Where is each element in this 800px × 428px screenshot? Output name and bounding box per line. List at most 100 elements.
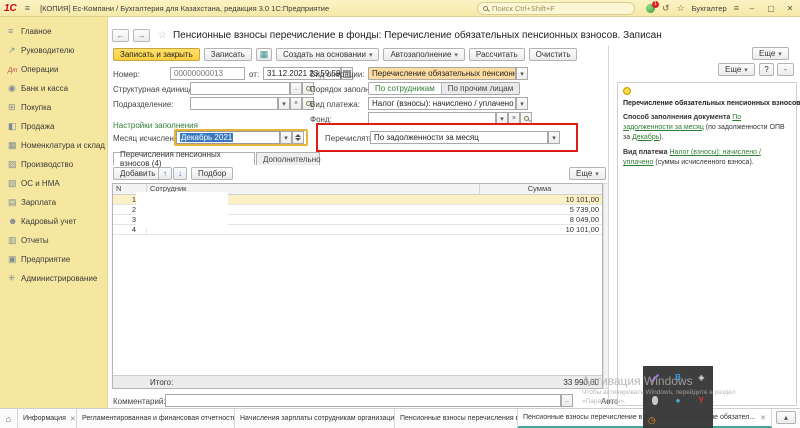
- open-icon: [524, 116, 529, 121]
- form-more-button[interactable]: Еще: [752, 47, 789, 60]
- people-icon: [8, 217, 21, 226]
- panel-splitter[interactable]: [608, 46, 609, 406]
- mouse-icon[interactable]: [652, 396, 658, 405]
- structural-unit-field[interactable]: [190, 82, 290, 95]
- operation-type-field[interactable]: Перечисление обязательных пенсионных взн…: [368, 67, 516, 80]
- fund-dropdown-icon[interactable]: [496, 112, 508, 125]
- bluetooth-icon[interactable]: B: [675, 373, 681, 382]
- sidebar-item-kadrovyi-uchet[interactable]: Кадровый учет: [0, 212, 107, 231]
- clear-button[interactable]: Очистить: [529, 48, 578, 61]
- table-more-button[interactable]: Еще: [569, 167, 606, 180]
- sidebar-item-operacii[interactable]: Операции: [0, 60, 107, 79]
- service-status-icon[interactable]: 1: [646, 4, 655, 13]
- maximize-button[interactable]: [765, 4, 777, 13]
- transfer-field[interactable]: По задолженности за месяц: [370, 131, 548, 144]
- shield-icon[interactable]: ◈: [698, 373, 704, 382]
- current-user[interactable]: Бухгалтер: [692, 4, 727, 13]
- move-up-button[interactable]: [158, 167, 172, 180]
- sidebar-item-os-nma[interactable]: ОС и НМА: [0, 174, 107, 193]
- comment-expand-button[interactable]: [561, 394, 573, 407]
- search-placeholder: Поиск Ctrl+Shift+F: [492, 4, 555, 13]
- global-search-input[interactable]: Поиск Ctrl+Shift+F: [477, 2, 635, 15]
- posting-icon-button[interactable]: [256, 48, 272, 61]
- close-button[interactable]: [784, 4, 796, 13]
- sidebar-item-prodazha[interactable]: Продажа: [0, 117, 107, 136]
- operation-type-dropdown-icon[interactable]: [516, 67, 528, 80]
- fund-clear-icon[interactable]: [508, 112, 520, 125]
- minimize-button[interactable]: [746, 4, 758, 13]
- payment-type-label: Вид платежа:: [310, 100, 360, 109]
- month-spinner[interactable]: [292, 131, 304, 144]
- fund-open-button[interactable]: [520, 112, 532, 125]
- main-menu-icon[interactable]: ≡: [25, 3, 30, 13]
- structural-unit-select-button[interactable]: [290, 82, 302, 95]
- pen-tray-icon[interactable]: [650, 373, 658, 381]
- move-down-button[interactable]: [173, 167, 187, 180]
- sidebar-item-glavnoe[interactable]: Главное: [0, 22, 107, 41]
- payment-type-field[interactable]: Налог (взносы): начислено / уплачено: [368, 97, 516, 110]
- department-field[interactable]: [190, 97, 278, 110]
- month-dropdown-icon[interactable]: [280, 131, 292, 144]
- help-button[interactable]: ?: [759, 63, 774, 76]
- window-tab-reglamentirovannaya[interactable]: Регламентированная и финансовая отчетнос…: [77, 409, 235, 428]
- tab-additional[interactable]: Дополнительно: [256, 152, 320, 165]
- tab-close-icon[interactable]: ✕: [760, 414, 766, 422]
- department-clear-icon[interactable]: [290, 97, 302, 110]
- favorites-icon[interactable]: [677, 4, 685, 13]
- add-row-button[interactable]: Добавить: [113, 167, 162, 180]
- autofill-button[interactable]: Автозаполнение: [383, 48, 464, 61]
- hint-more-button[interactable]: Еще: [718, 63, 755, 76]
- forward-button[interactable]: [133, 29, 150, 42]
- calculate-button[interactable]: Рассчитать: [469, 48, 525, 61]
- sidebar-item-pokupka[interactable]: Покупка: [0, 98, 107, 117]
- number-field[interactable]: 00000000013: [170, 67, 245, 80]
- table-total-row: Итого: 33 990,00: [113, 375, 602, 388]
- sidebar-item-administrirovanie[interactable]: Администрирование: [0, 269, 107, 288]
- fill-order-by-employees[interactable]: По сотрудникам: [369, 83, 441, 94]
- month-field[interactable]: Декабрь 2021: [176, 131, 280, 144]
- sidebar-item-bank-kassa[interactable]: Банк и касса: [0, 79, 107, 98]
- tab-pension-transfers[interactable]: Перечисления пенсионных взносов (4): [113, 152, 255, 165]
- payment-type-dropdown-icon[interactable]: [516, 97, 528, 110]
- show-all-windows-button[interactable]: [776, 411, 796, 424]
- col-amount[interactable]: Сумма: [480, 184, 602, 194]
- sidebar-item-zarplata[interactable]: Зарплата: [0, 193, 107, 212]
- create-based-on-button[interactable]: Создать на основании: [276, 48, 380, 61]
- assets-icon: [8, 179, 21, 188]
- y-tray-icon[interactable]: Y: [699, 396, 704, 405]
- window-tab-informaciya[interactable]: Информация✕: [18, 409, 77, 428]
- save-button[interactable]: Записать: [204, 48, 252, 61]
- sidebar-item-nomenklatura[interactable]: Номенклатура и склад: [0, 136, 107, 155]
- comment-label: Комментарий:: [113, 397, 166, 406]
- month-selected-text: Декабрь 2021: [180, 133, 233, 142]
- drop-icon[interactable]: ●: [676, 396, 681, 405]
- chart-icon: [8, 46, 21, 55]
- hint-title: Перечисление обязательных пенсионных взн…: [623, 100, 791, 107]
- comment-input[interactable]: [165, 394, 561, 407]
- window-tab-nachisleniya[interactable]: Начисления зарплаты сотрудникам организа…: [235, 409, 395, 428]
- pick-button[interactable]: Подбор: [191, 167, 233, 180]
- tab-close-icon[interactable]: ✕: [70, 415, 76, 423]
- transfer-dropdown-icon[interactable]: [548, 131, 560, 144]
- document-title: Пенсионные взносы перечисление в фонды: …: [173, 30, 662, 41]
- fund-field[interactable]: [368, 112, 496, 125]
- home-tab[interactable]: [0, 409, 18, 428]
- cart-icon: [8, 103, 21, 112]
- back-button[interactable]: [112, 29, 129, 42]
- favorite-star-icon[interactable]: ☆: [158, 30, 167, 41]
- save-close-button[interactable]: Записать и закрыть: [113, 48, 200, 61]
- clock-tray-icon[interactable]: ◷: [648, 415, 656, 426]
- window-tab-pensionnye-fondy[interactable]: Пенсионные взносы перечисления в фонды✕: [395, 409, 518, 428]
- fill-order-by-others[interactable]: По прочим лицам: [441, 83, 520, 94]
- sidebar-item-predpriyatie[interactable]: Предприятие: [0, 250, 107, 269]
- lightbulb-icon: [623, 87, 631, 95]
- settings-menu-icon[interactable]: [734, 4, 739, 13]
- collapse-panel-button[interactable]: -: [777, 63, 794, 76]
- sidebar-item-rukovoditelyu[interactable]: Руководителю: [0, 41, 107, 60]
- debit-credit-icon: [8, 65, 21, 74]
- month-link[interactable]: Декабрь: [632, 134, 659, 141]
- department-dropdown-icon[interactable]: [278, 97, 290, 110]
- history-icon[interactable]: [662, 4, 670, 13]
- sidebar-item-otchety[interactable]: Отчеты: [0, 231, 107, 250]
- sidebar-item-proizvodstvo[interactable]: Производство: [0, 155, 107, 174]
